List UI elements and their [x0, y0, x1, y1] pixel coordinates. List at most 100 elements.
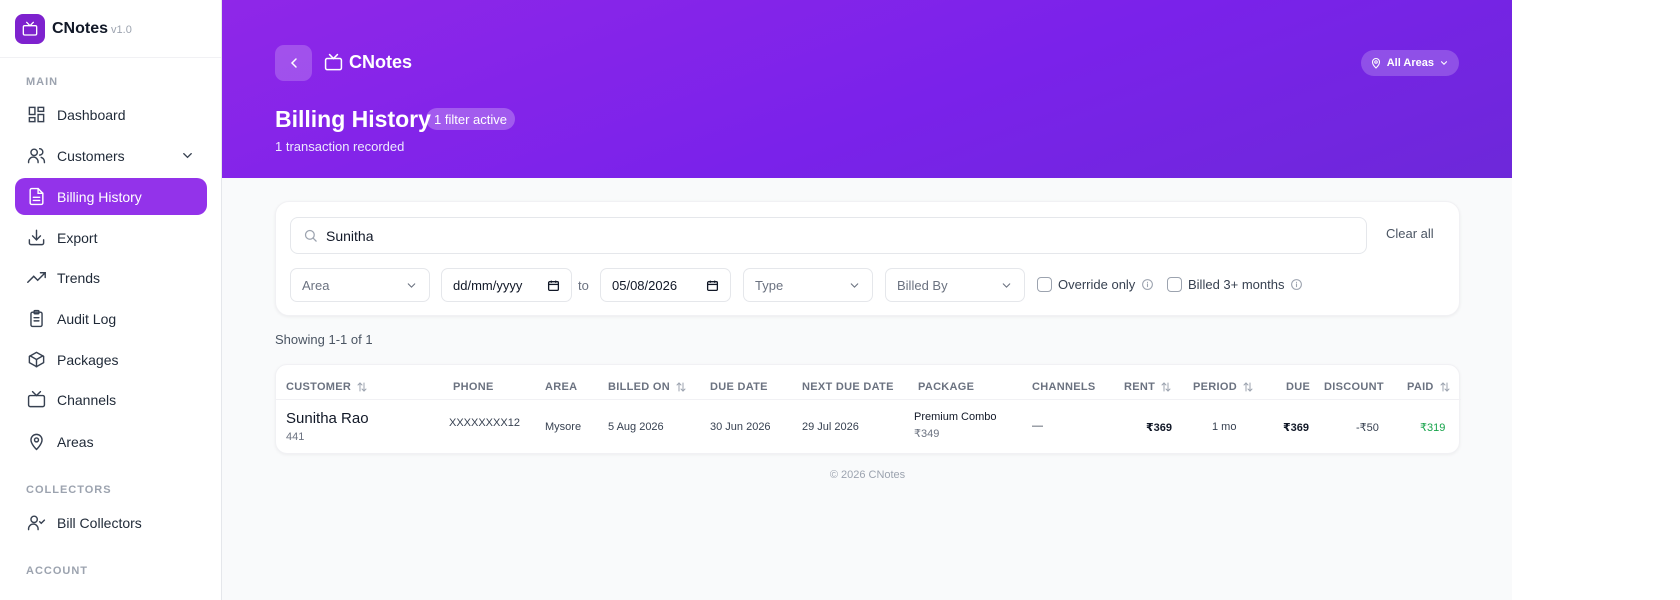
column-header-label: RENT	[1124, 381, 1156, 393]
calendar-icon[interactable]	[706, 279, 719, 292]
next-due-date-cell: 29 Jul 2026	[802, 421, 859, 433]
sidebar-item-bill-collectors[interactable]: Bill Collectors	[15, 504, 207, 541]
sidebar-item-export[interactable]: Export	[15, 219, 207, 256]
sidebar-item-trends[interactable]: Trends	[15, 259, 207, 296]
brand[interactable]: CNotes v1.0	[0, 0, 221, 58]
chevron-down-icon	[850, 283, 859, 288]
sort-icon[interactable]	[1242, 381, 1254, 393]
customer-id: 441	[286, 431, 305, 443]
transaction-count: 1 transaction recorded	[275, 139, 405, 154]
brand-name: CNotes	[52, 19, 109, 37]
customer-name[interactable]: Sunitha Rao	[286, 410, 369, 427]
date-range-to-label: to	[578, 278, 589, 293]
sort-icon[interactable]	[356, 381, 368, 393]
sidebar-item-channels[interactable]: Channels	[15, 381, 207, 418]
sidebar-item-label: Bill Collectors	[57, 514, 142, 531]
header-brand-name: CNotes	[349, 52, 413, 72]
info-icon[interactable]	[1290, 278, 1303, 291]
search-input[interactable]: Sunitha	[290, 217, 1367, 254]
header-brand[interactable]: CNotes	[324, 52, 412, 73]
clipboard-icon	[30, 309, 43, 328]
type-filter-select[interactable]: Type	[743, 268, 873, 302]
column-header-customer[interactable]: CUSTOMER	[286, 381, 368, 393]
area-selector-label: All Areas	[1386, 57, 1434, 69]
discount-cell: -₹50	[1356, 422, 1379, 434]
sidebar-item-packages[interactable]: Packages	[15, 341, 207, 378]
column-header-package: PACKAGE	[918, 381, 974, 393]
map-pin-icon	[1371, 57, 1380, 69]
column-header-channels: CHANNELS	[1032, 381, 1096, 393]
column-header-label: DUE DATE	[710, 381, 768, 393]
billing-table: CUSTOMER PHONE AREA BILLED ON DUE DATE N…	[275, 364, 1461, 454]
map-pin-icon	[30, 433, 43, 451]
column-header-billed-on[interactable]: BILLED ON	[608, 381, 687, 393]
page-title: Billing History	[275, 106, 431, 132]
column-header-label: PACKAGE	[918, 381, 975, 393]
override-only-checkbox[interactable]: Override only	[1037, 277, 1154, 292]
page-header: CNotes All Areas Billing History 1 filte…	[222, 0, 1512, 178]
phone-cell: XXXXXXXX12	[449, 417, 520, 429]
checkbox-box[interactable]	[1037, 277, 1052, 292]
table-divider	[276, 399, 1461, 400]
package-name: Premium Combo	[914, 411, 997, 423]
sidebar: CNotes v1.0 MAIN Dashboard Customers Bil…	[0, 0, 222, 600]
date-to-value: 05/08/2026	[612, 277, 678, 293]
date-from-value: dd/mm/yyyy	[453, 277, 523, 293]
area-filter-placeholder: Area	[302, 277, 330, 293]
chevron-down-icon	[407, 283, 416, 288]
sort-icon[interactable]	[1160, 381, 1172, 393]
column-header-phone: PHONE	[453, 381, 494, 393]
trending-up-icon	[27, 272, 46, 283]
column-header-label: PHONE	[453, 381, 494, 393]
column-header-label: AREA	[545, 381, 578, 393]
sidebar-item-label: Areas	[57, 433, 94, 450]
column-header-rent[interactable]: RENT	[1124, 381, 1172, 393]
user-check-icon	[27, 515, 46, 531]
column-header-label: BILLED ON	[608, 381, 670, 393]
area-selector[interactable]: All Areas	[1360, 50, 1459, 76]
chevron-down-icon	[1440, 61, 1448, 66]
billed-by-filter-select[interactable]: Billed By	[885, 268, 1025, 302]
footer-copyright: © 2026 CNotes	[829, 469, 906, 481]
column-header-due: DUE	[1286, 381, 1310, 393]
channels-cell: —	[1032, 420, 1043, 432]
column-header-label: NEXT DUE DATE	[802, 381, 894, 393]
search-value: Sunitha	[326, 227, 374, 244]
package-icon	[28, 351, 45, 368]
section-label-main: MAIN	[26, 76, 59, 88]
column-header-paid[interactable]: PAID	[1407, 381, 1451, 393]
sidebar-item-dashboard[interactable]: Dashboard	[15, 96, 207, 133]
date-to-input[interactable]: 05/08/2026	[600, 268, 731, 302]
info-icon[interactable]	[1141, 278, 1154, 291]
column-header-label: PAID	[1407, 381, 1434, 393]
brand-version: v1.0	[111, 24, 132, 36]
tv-icon	[324, 53, 343, 71]
sidebar-item-customers[interactable]: Customers	[15, 137, 207, 174]
sidebar-item-label: Billing History	[57, 188, 142, 205]
tv-logo-icon	[15, 13, 45, 44]
chevron-down-icon	[1002, 283, 1011, 288]
clear-all-button[interactable]: Clear all	[1386, 226, 1434, 241]
checkbox-box[interactable]	[1167, 277, 1182, 292]
back-button[interactable]	[275, 45, 312, 81]
section-label-collectors: COLLECTORS	[26, 484, 112, 496]
date-from-input[interactable]: dd/mm/yyyy	[441, 268, 572, 302]
tv-icon	[27, 390, 46, 408]
calendar-icon[interactable]	[547, 279, 560, 292]
sidebar-item-label: Customers	[57, 147, 125, 164]
chevron-down-icon[interactable]	[180, 148, 195, 163]
column-header-period[interactable]: PERIOD	[1193, 381, 1254, 393]
column-header-next-due-date: NEXT DUE DATE	[802, 381, 894, 393]
billed-3-months-checkbox[interactable]: Billed 3+ months	[1167, 277, 1303, 292]
section-label-account: ACCOUNT	[26, 565, 88, 577]
column-header-discount: DISCOUNT	[1324, 381, 1384, 393]
filter-panel: Sunitha Clear all Area dd/mm/yyyy to 05/…	[275, 201, 1460, 316]
sidebar-item-areas[interactable]: Areas	[15, 423, 207, 460]
sort-icon[interactable]	[675, 381, 687, 393]
column-header-label: DUE	[1286, 381, 1311, 393]
area-filter-select[interactable]: Area	[290, 268, 430, 302]
sort-icon[interactable]	[1439, 381, 1451, 393]
sidebar-item-billing-history[interactable]: Billing History	[15, 178, 207, 215]
sidebar-item-audit-log[interactable]: Audit Log	[15, 300, 207, 337]
billed-by-placeholder: Billed By	[897, 277, 948, 293]
